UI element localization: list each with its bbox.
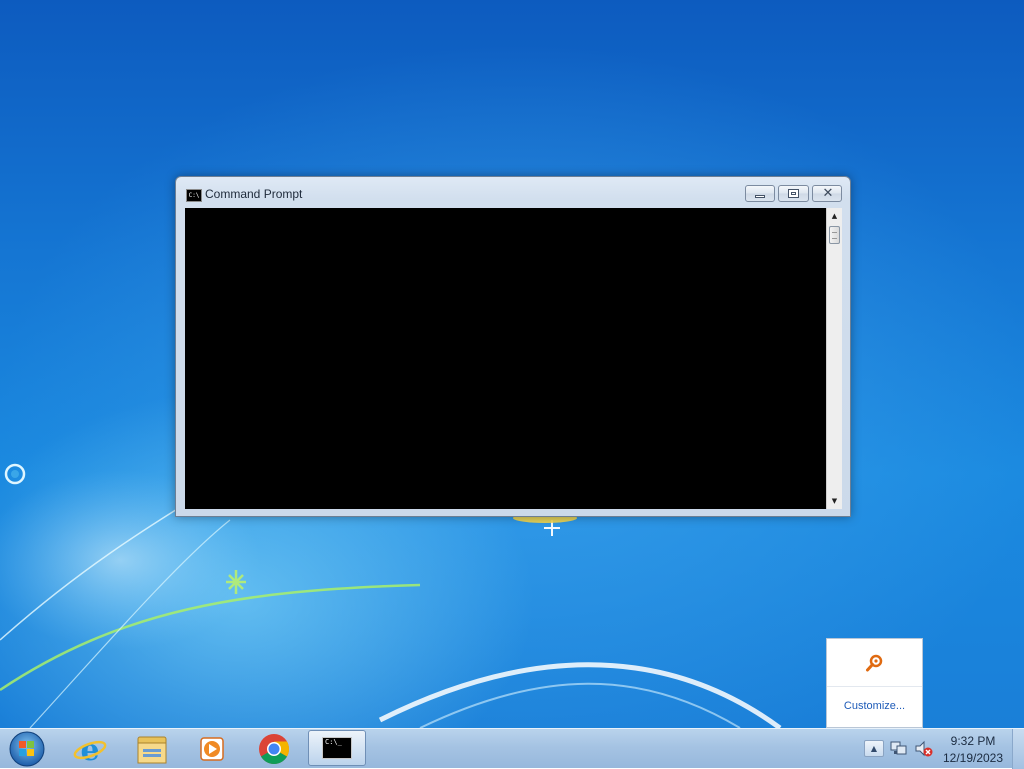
scroll-up-arrow-icon[interactable]: ▲ xyxy=(827,208,842,224)
hidden-tray-icons xyxy=(827,639,922,687)
start-orb-icon[interactable] xyxy=(4,729,50,768)
minimize-icon xyxy=(755,195,765,198)
cmd-icon: C:\ xyxy=(186,189,202,202)
minimize-button[interactable] xyxy=(745,185,775,202)
window-title: Command Prompt xyxy=(205,187,303,201)
file-explorer-icon[interactable] xyxy=(130,731,174,767)
taskbar: e C:\_ ▲ 9:32 PM 12/19/2023 xyxy=(0,728,1024,769)
maximize-icon xyxy=(788,189,799,198)
notification-overflow-flyout: Customize... xyxy=(826,638,923,728)
close-icon: ✕ xyxy=(822,186,834,201)
scroll-down-arrow-icon[interactable]: ▼ xyxy=(827,493,842,509)
media-player-icon[interactable] xyxy=(190,731,234,767)
scroll-thumb[interactable] xyxy=(829,226,840,244)
network-icon[interactable] xyxy=(890,740,908,757)
clock-date[interactable]: 12/19/2023 xyxy=(940,751,1006,765)
clock-time[interactable]: 9:32 PM xyxy=(940,734,1006,748)
close-button[interactable]: ✕ xyxy=(812,185,842,202)
svg-text:e: e xyxy=(80,733,99,767)
console-area[interactable] xyxy=(185,208,826,509)
volume-muted-icon[interactable] xyxy=(914,740,934,758)
cmd-icon: C:\_ xyxy=(322,737,352,759)
internet-explorer-icon[interactable]: e xyxy=(68,731,112,767)
vertical-scrollbar[interactable]: ▲ ▼ xyxy=(826,208,842,509)
customize-link[interactable]: Customize... xyxy=(827,700,922,712)
desktop: C:\ Command Prompt ✕ ▲ ▼ Customize... xyxy=(0,0,1024,728)
taskbar-cmd-button[interactable]: C:\_ xyxy=(308,730,366,766)
magnifier-key-icon[interactable] xyxy=(865,653,885,673)
window-titlebar[interactable]: C:\ Command Prompt ✕ xyxy=(176,177,850,207)
show-hidden-icons-button[interactable]: ▲ xyxy=(864,740,884,757)
chrome-icon[interactable] xyxy=(252,731,296,767)
maximize-button[interactable] xyxy=(778,185,809,202)
command-prompt-window[interactable]: C:\ Command Prompt ✕ ▲ ▼ xyxy=(175,176,851,517)
show-desktop-button[interactable] xyxy=(1012,729,1024,769)
